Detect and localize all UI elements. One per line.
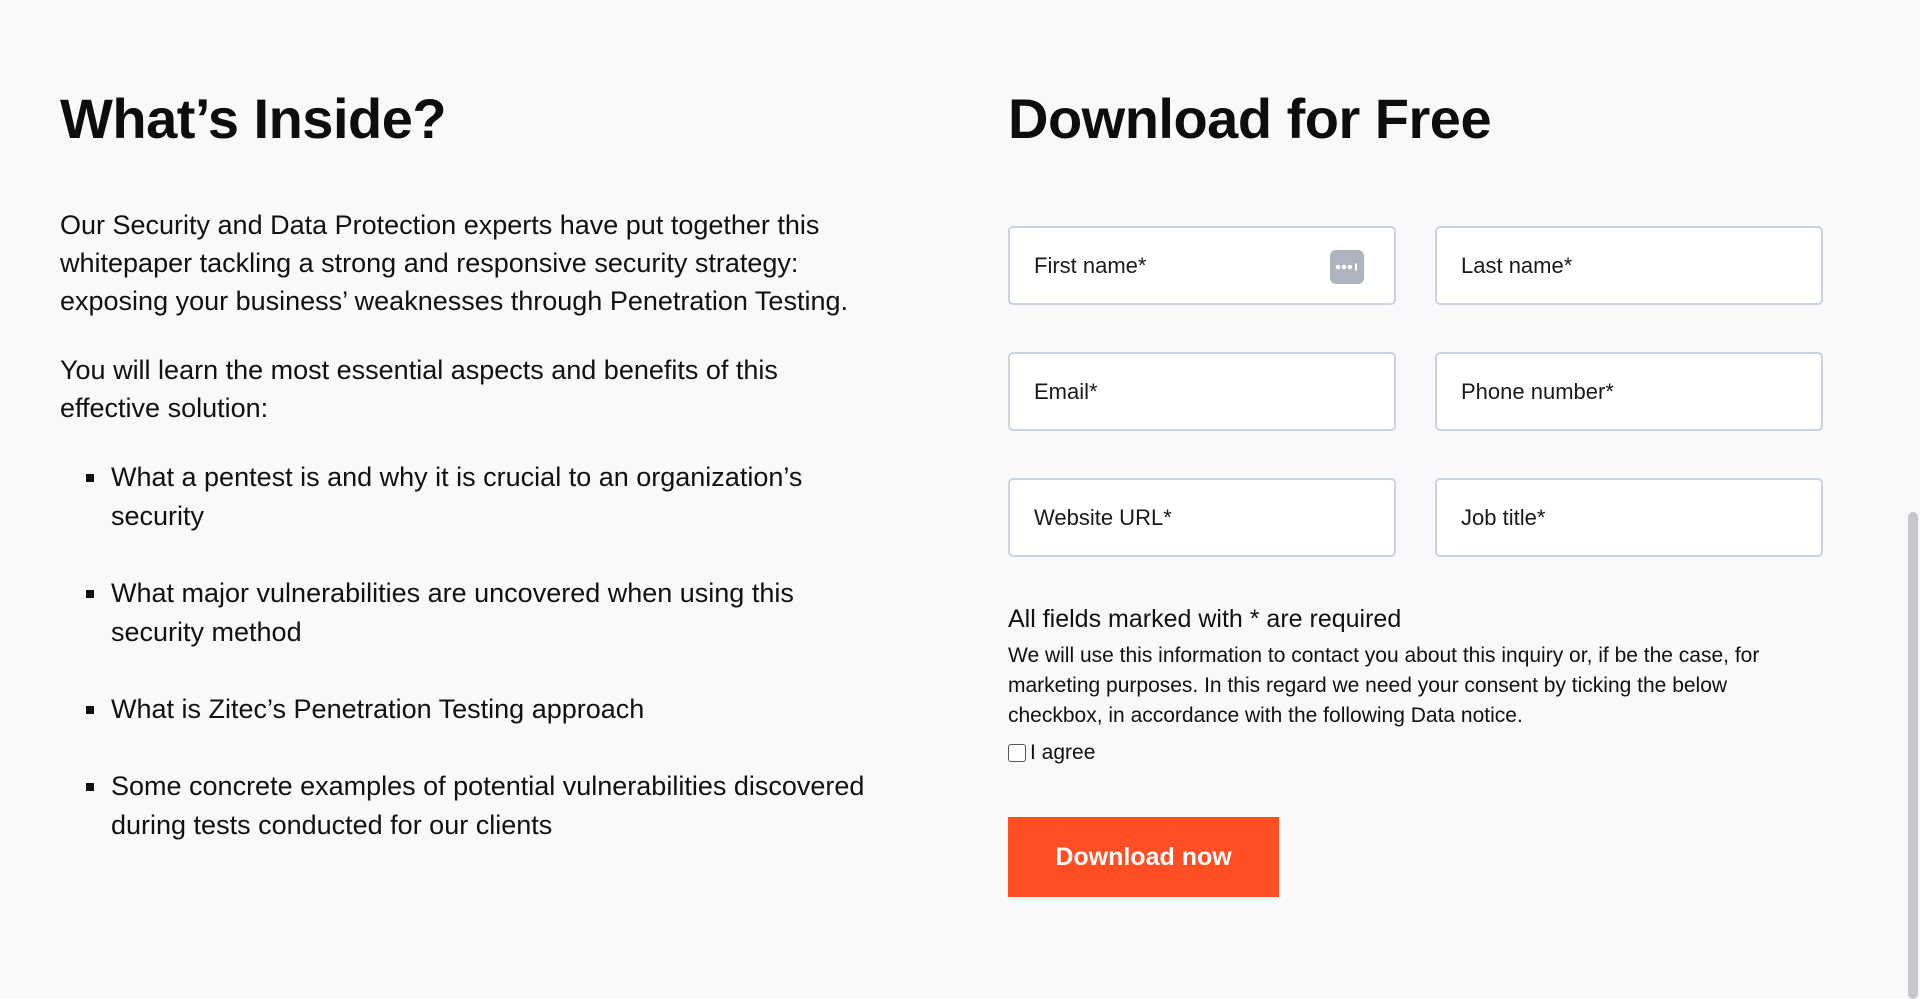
list-item: What a pentest is and why it is crucial …: [60, 458, 880, 536]
download-title: Download for Free: [1008, 87, 1492, 150]
list-item-text: What a pentest is and why it is crucial …: [111, 462, 803, 531]
email-input[interactable]: [1010, 354, 1394, 429]
bullet-marker: [86, 706, 94, 714]
last-name-input[interactable]: [1437, 228, 1821, 303]
last-name-field-wrapper: [1435, 226, 1823, 305]
intro-paragraph: Our Security and Data Protection experts…: [60, 210, 848, 316]
list-item-text: What major vulnerabilities are uncovered…: [111, 578, 794, 647]
website-field-wrapper: [1008, 478, 1396, 557]
list-item: What major vulnerabilities are uncovered…: [60, 574, 880, 652]
bullet-marker: [86, 474, 94, 482]
scrollbar-thumb[interactable]: [1908, 512, 1918, 999]
required-fields-note: All fields marked with * are required: [1008, 605, 1402, 633]
password-manager-icon[interactable]: [1330, 250, 1364, 284]
bullet-marker: [86, 590, 94, 598]
scrollbar-track[interactable]: [1906, 0, 1920, 999]
website-url-input[interactable]: [1010, 480, 1394, 555]
email-field-wrapper: [1008, 352, 1396, 431]
phone-input[interactable]: [1437, 354, 1821, 429]
list-item: Some concrete examples of potential vuln…: [60, 767, 880, 845]
list-item: What is Zitec’s Penetration Testing appr…: [60, 690, 880, 729]
download-section: Download for Free First name* Last name*…: [1008, 84, 1824, 897]
page: What’s Inside? Our Security and Data Pro…: [0, 0, 1920, 999]
agree-checkbox-row[interactable]: I agree: [1008, 741, 1824, 765]
whats-inside-section: What’s Inside? Our Security and Data Pro…: [60, 84, 880, 883]
job-title-input[interactable]: [1437, 480, 1821, 555]
agree-checkbox[interactable]: [1008, 744, 1026, 762]
learn-paragraph: You will learn the most essential aspect…: [60, 355, 778, 423]
section-title: What’s Inside?: [60, 87, 447, 150]
phone-field-wrapper: [1435, 352, 1823, 431]
bullet-marker: [86, 783, 94, 791]
benefits-list: What a pentest is and why it is crucial …: [60, 458, 880, 845]
first-name-field-wrapper: [1008, 226, 1396, 305]
agree-label: I agree: [1030, 741, 1096, 764]
download-form: [1008, 226, 1824, 557]
list-item-text: What is Zitec’s Penetration Testing appr…: [111, 694, 645, 724]
job-title-field-wrapper: [1435, 478, 1823, 557]
list-item-text: Some concrete examples of potential vuln…: [111, 771, 865, 840]
data-notice-text: We will use this information to contact …: [1008, 644, 1760, 727]
dots-icon: [1335, 263, 1357, 271]
download-now-button[interactable]: Download now: [1008, 817, 1279, 897]
